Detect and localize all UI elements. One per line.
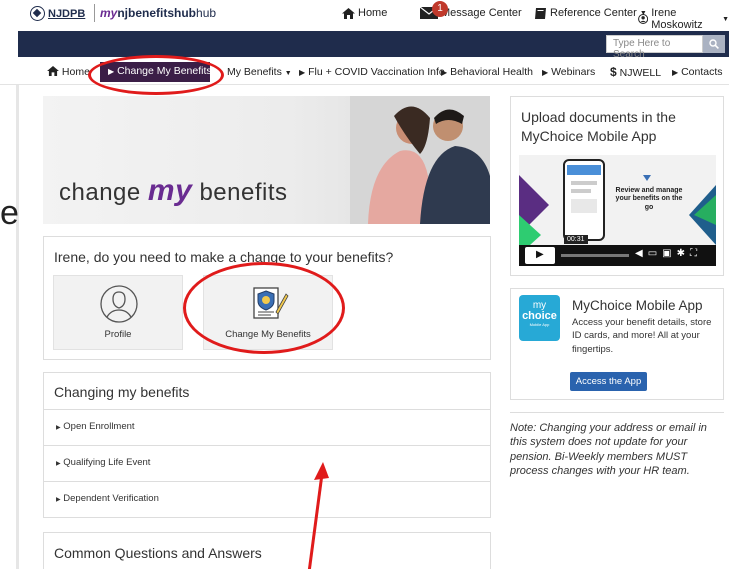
njdpb-logo[interactable]: NJDPB: [30, 6, 85, 21]
logo-my: my: [100, 6, 118, 20]
nav-flu-covid[interactable]: ▶ Flu + COVID Vaccination Info: [299, 66, 445, 78]
search-button[interactable]: [703, 35, 725, 53]
annotation-arrow: [307, 462, 329, 569]
nav-my-benefits[interactable]: My Benefits ▼: [227, 66, 292, 78]
profile-icon: [100, 285, 138, 323]
promo-video[interactable]: Review and manage your benefits on the g…: [519, 155, 716, 266]
accordion-open-enrollment[interactable]: ▶ Open Enrollment: [43, 410, 491, 446]
hero-title: change my benefits: [59, 174, 288, 208]
faq-title: Common Questions and Answers: [54, 545, 262, 561]
logo-benefits: benefitshub: [128, 6, 197, 20]
fullscreen-icon: ⛶: [690, 248, 702, 259]
njdpb-logo-text: NJDPB: [48, 7, 86, 20]
nav-webinars[interactable]: ▶ Webinars: [542, 66, 595, 78]
settings-gear-icon: ✱: [676, 248, 690, 259]
accordion-open-enrollment-label: Open Enrollment: [63, 421, 135, 432]
page-left-border: [16, 85, 19, 569]
change-prompt-question: Irene, do you need to make a change to y…: [54, 249, 394, 265]
message-center-label: Message Center: [441, 7, 522, 19]
top-home-label: Home: [358, 7, 388, 19]
triangle-right-icon: ▶: [56, 425, 61, 431]
hero-title-pre: change: [59, 179, 141, 206]
hero-title-post: benefits: [199, 179, 288, 206]
volume-icon: ◀: [635, 248, 648, 259]
video-caption: Review and manage your benefits on the g…: [615, 187, 683, 211]
book-icon: [535, 7, 546, 19]
video-progress-bar[interactable]: [561, 254, 629, 257]
note-card: Note: Changing your address or email in …: [510, 412, 724, 500]
njdpb-seal-icon: [30, 6, 45, 21]
note-text: Note: Changing your address or email in …: [510, 422, 707, 477]
nav-behavioral-health-label: Behavioral Health: [450, 66, 533, 78]
nav-contacts[interactable]: ▶ Contacts: [672, 66, 723, 78]
video-timestamp: 00:31: [564, 235, 588, 244]
home-icon: [47, 66, 59, 76]
changing-benefits-title: Changing my benefits: [54, 384, 190, 400]
annotation-circle-tile: [183, 262, 345, 354]
mychoice-app-body: Access your benefit details, store ID ca…: [572, 317, 712, 355]
caret-down-icon: ▼: [284, 70, 292, 77]
accordion-dependent-verification[interactable]: ▶ Dependent Verification: [43, 482, 491, 518]
mynjbenefitshub-logo[interactable]: mynjbenefitshubhub: [100, 6, 216, 20]
video-control-icons[interactable]: ◀▭▣✱⛶: [635, 248, 702, 259]
changing-benefits-header: Changing my benefits: [43, 372, 491, 410]
reference-center-label: Reference Center: [550, 7, 637, 19]
logo-hub: hub: [196, 6, 217, 20]
triangle-right-icon: ▶: [299, 68, 306, 77]
nav-home-label: Home: [61, 66, 90, 78]
profile-tile-label: Profile: [104, 329, 132, 340]
dollar-icon: $: [610, 65, 617, 79]
upload-documents-title: Upload documents in the MyChoice Mobile …: [521, 109, 676, 144]
user-name: Irene Moskowitz: [651, 7, 703, 31]
triangle-right-icon: ▶: [56, 461, 61, 467]
accordion-qualifying-life-event-label: Qualifying Life Event: [63, 457, 151, 468]
play-button[interactable]: ▶: [525, 247, 555, 264]
app-icon-sub: Mobile App: [529, 322, 550, 327]
top-home-link[interactable]: Home: [342, 7, 387, 19]
app-icon-choice: choice: [522, 310, 557, 322]
hero-title-my: my: [147, 174, 193, 207]
caret-down-icon: ▼: [722, 15, 729, 23]
faq-card: Common Questions and Answers: [43, 532, 491, 569]
reference-center-menu[interactable]: Reference Center ▼: [535, 7, 647, 19]
cropped-letter: e: [0, 194, 19, 232]
hero-couple-image: [350, 96, 490, 224]
user-menu[interactable]: Irene Moskowitz ▼: [638, 7, 729, 31]
hero-banner: change my benefits: [43, 96, 490, 224]
profile-tile[interactable]: Profile: [53, 275, 183, 350]
search-icon: [709, 39, 719, 49]
user-circle-icon: [638, 13, 649, 25]
cast-icon: ▭: [647, 248, 663, 259]
triangle-right-icon: ▶: [542, 68, 549, 77]
top-bar: NJDPB mynjbenefitshubhub Home Message Ce…: [0, 0, 729, 31]
triangle-right-icon: ▶: [672, 68, 679, 77]
nav-njwell[interactable]: $ NJWELL: [610, 65, 661, 79]
play-icon: ▶: [536, 249, 544, 260]
mychoice-app-title: MyChoice Mobile App: [572, 298, 703, 313]
logo-nj: nj: [117, 6, 129, 20]
captions-icon: ▣: [662, 248, 677, 259]
accordion-qualifying-life-event[interactable]: ▶ Qualifying Life Event: [43, 446, 491, 482]
logo-divider: [94, 4, 95, 22]
nav-behavioral-health[interactable]: ▶ Behavioral Health: [441, 66, 533, 78]
home-icon: [342, 7, 355, 19]
nav-home[interactable]: Home: [47, 66, 90, 78]
access-the-app-button[interactable]: Access the App: [570, 372, 647, 391]
nav-flu-covid-label: Flu + COVID Vaccination Info: [308, 66, 445, 78]
triangle-right-icon: ▶: [56, 497, 61, 503]
search-input[interactable]: Type Here to Search: [606, 35, 703, 60]
nav-njwell-label: NJWELL: [619, 67, 662, 79]
nav-contacts-label: Contacts: [681, 66, 723, 78]
mychoice-app-icon: my choice Mobile App: [519, 295, 560, 341]
nav-webinars-label: Webinars: [551, 66, 596, 78]
accordion-dependent-verification-label: Dependent Verification: [63, 493, 159, 504]
triangle-right-icon: ▶: [441, 68, 448, 77]
message-count-badge: 1: [432, 1, 448, 17]
nav-my-benefits-label: My Benefits: [227, 66, 282, 78]
annotation-circle-nav: [88, 55, 224, 95]
